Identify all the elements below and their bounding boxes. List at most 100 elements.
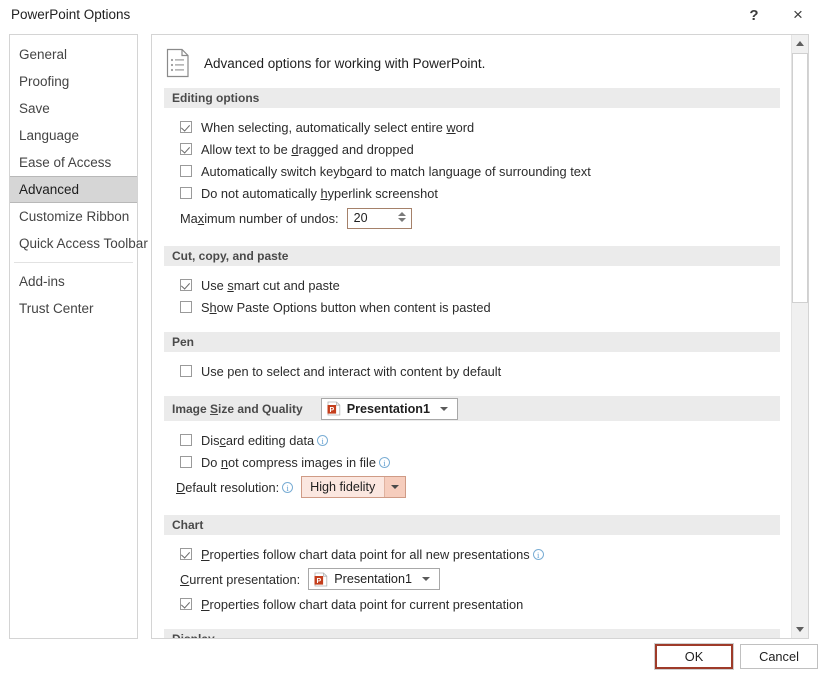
image-size-presentation-dropdown[interactable]: P Presentation1 [321, 398, 458, 420]
pane-header: Advanced options for working with PowerP… [152, 35, 792, 88]
checkbox-smart-cut-paste[interactable] [180, 279, 192, 291]
checkbox-switch-keyboard[interactable] [180, 165, 192, 177]
current-presentation-dropdown[interactable]: P Presentation1 [308, 568, 440, 590]
checkbox-show-paste-options[interactable] [180, 301, 192, 313]
sidebar-item-proofing[interactable]: Proofing [10, 68, 137, 95]
info-icon[interactable]: i [533, 549, 544, 560]
options-scroll-region: Advanced options for working with PowerP… [152, 35, 792, 638]
default-resolution-dropdown[interactable]: High fidelity [301, 476, 406, 498]
section-header-chart: Chart [164, 515, 780, 535]
sidebar-separator [14, 262, 133, 263]
sidebar-item-quick-access-toolbar[interactable]: Quick Access Toolbar [10, 230, 137, 257]
section-title-image-size-quality: Image Size and Quality [172, 402, 303, 416]
default-resolution-value: High fidelity [302, 477, 384, 497]
checkbox-label-select-entire-word: When selecting, automatically select ent… [201, 120, 474, 135]
field-row-maximum-undos: Maximum number of undos: 20 [164, 204, 792, 232]
chevron-down-icon[interactable] [422, 577, 430, 581]
stepper-up-arrow-icon[interactable] [398, 212, 406, 216]
checkbox-discard-editing-data[interactable] [180, 434, 192, 446]
close-icon[interactable]: × [776, 0, 818, 30]
checkbox-use-pen[interactable] [180, 365, 192, 377]
checkbox-drag-and-drop[interactable] [180, 143, 192, 155]
checkbox-do-not-compress-images[interactable] [180, 456, 192, 468]
checkbox-properties-current-presentation[interactable] [180, 598, 192, 610]
svg-text:P: P [329, 407, 334, 414]
stepper-down-arrow-icon[interactable] [398, 218, 406, 222]
info-icon[interactable]: i [379, 457, 390, 468]
sidebar-item-trust-center[interactable]: Trust Center [10, 295, 137, 322]
options-sidebar: General Proofing Save Language Ease of A… [9, 34, 138, 639]
section-body-image-size-quality: Discard editing datai Do not compress im… [152, 421, 792, 515]
checkbox-row-properties-all-new-presentations[interactable]: Properties follow chart data point for a… [164, 543, 792, 565]
checkbox-label-hyperlink-screenshot: Do not automatically hyperlink screensho… [201, 186, 438, 201]
checkbox-label-smart-cut-paste: Use smart cut and paste [201, 278, 340, 293]
scroll-down-button[interactable] [792, 621, 808, 638]
maximum-undos-value: 20 [348, 211, 368, 225]
section-body-editing-options: When selecting, automatically select ent… [152, 108, 792, 246]
checkbox-label-properties-all-new-presentations: Properties follow chart data point for a… [201, 547, 544, 562]
image-size-presentation-value: Presentation1 [347, 402, 430, 416]
pane-header-text: Advanced options for working with PowerP… [204, 56, 485, 71]
checkbox-row-do-not-compress-images[interactable]: Do not compress images in filei [164, 451, 792, 473]
checkbox-hyperlink-screenshot[interactable] [180, 187, 192, 199]
checkbox-row-discard-editing-data[interactable]: Discard editing datai [164, 429, 792, 451]
section-header-pen: Pen [164, 332, 780, 352]
field-row-current-presentation: Current presentation: P Presentation1 [164, 565, 792, 593]
checkbox-row-smart-cut-paste[interactable]: Use smart cut and paste [164, 274, 792, 296]
sidebar-item-ease-of-access[interactable]: Ease of Access [10, 149, 137, 176]
default-resolution-dropdown-button[interactable] [384, 477, 405, 497]
checkbox-label-show-paste-options: Show Paste Options button when content i… [201, 300, 491, 315]
checkbox-row-select-entire-word[interactable]: When selecting, automatically select ent… [164, 116, 792, 138]
title-bar: PowerPoint Options ? × [0, 0, 818, 32]
maximum-undos-stepper[interactable]: 20 [347, 208, 412, 229]
checkbox-row-show-paste-options[interactable]: Show Paste Options button when content i… [164, 296, 792, 318]
field-row-default-resolution: Default resolution:i High fidelity [164, 473, 792, 501]
section-body-pen: Use pen to select and interact with cont… [152, 352, 792, 396]
checkbox-label-discard-editing-data: Discard editing datai [201, 433, 328, 448]
sidebar-item-customize-ribbon[interactable]: Customize Ribbon [10, 203, 137, 230]
checkbox-row-hyperlink-screenshot[interactable]: Do not automatically hyperlink screensho… [164, 182, 792, 204]
chevron-down-icon[interactable] [440, 407, 448, 411]
stepper-arrows[interactable] [398, 212, 406, 222]
powerpoint-options-dialog: PowerPoint Options ? × General Proofing … [0, 0, 818, 673]
checkbox-label-drag-and-drop: Allow text to be dragged and dropped [201, 142, 414, 157]
scroll-down-arrow-icon [796, 627, 804, 632]
cancel-button[interactable]: Cancel [740, 644, 818, 669]
checkbox-row-switch-keyboard[interactable]: Automatically switch keyboard to match l… [164, 160, 792, 182]
dialog-footer: OK Cancel [0, 641, 818, 673]
powerpoint-file-icon: P [327, 401, 341, 416]
checkbox-row-use-pen[interactable]: Use pen to select and interact with cont… [164, 360, 792, 382]
advanced-options-pane: Advanced options for working with PowerP… [151, 34, 809, 639]
checkbox-label-use-pen: Use pen to select and interact with cont… [201, 364, 501, 379]
scroll-up-button[interactable] [792, 35, 808, 52]
scrollbar-thumb[interactable] [792, 53, 808, 303]
sidebar-item-language[interactable]: Language [10, 122, 137, 149]
dialog-title: PowerPoint Options [11, 7, 130, 22]
checkbox-row-drag-and-drop[interactable]: Allow text to be dragged and dropped [164, 138, 792, 160]
document-list-icon [165, 48, 191, 78]
ok-button[interactable]: OK [655, 644, 733, 669]
scroll-up-arrow-icon [796, 41, 804, 46]
label-default-resolution: Default resolution:i [176, 480, 293, 495]
checkbox-properties-all-new-presentations[interactable] [180, 548, 192, 560]
label-current-presentation: Current presentation: [180, 572, 300, 587]
info-icon[interactable]: i [282, 482, 293, 493]
sidebar-item-advanced[interactable]: Advanced [10, 176, 137, 203]
info-icon[interactable]: i [317, 435, 328, 446]
sidebar-item-general[interactable]: General [10, 41, 137, 68]
current-presentation-value: Presentation1 [334, 572, 412, 586]
sidebar-item-save[interactable]: Save [10, 95, 137, 122]
section-body-chart: Properties follow chart data point for a… [152, 535, 792, 629]
checkbox-label-properties-current-presentation: Properties follow chart data point for c… [201, 597, 523, 612]
section-header-editing-options: Editing options [164, 88, 780, 108]
sidebar-item-add-ins[interactable]: Add-ins [10, 268, 137, 295]
checkbox-row-properties-current-presentation[interactable]: Properties follow chart data point for c… [164, 593, 792, 615]
section-header-display: Display [164, 629, 780, 639]
section-header-cut-copy-paste: Cut, copy, and paste [164, 246, 780, 266]
checkbox-select-entire-word[interactable] [180, 121, 192, 133]
chevron-down-icon [391, 485, 399, 489]
help-icon[interactable]: ? [732, 0, 776, 30]
options-scrollbar[interactable] [791, 35, 808, 638]
checkbox-label-do-not-compress-images: Do not compress images in filei [201, 455, 390, 470]
section-header-image-size-quality: Image Size and Quality P Presentation1 [164, 396, 780, 421]
